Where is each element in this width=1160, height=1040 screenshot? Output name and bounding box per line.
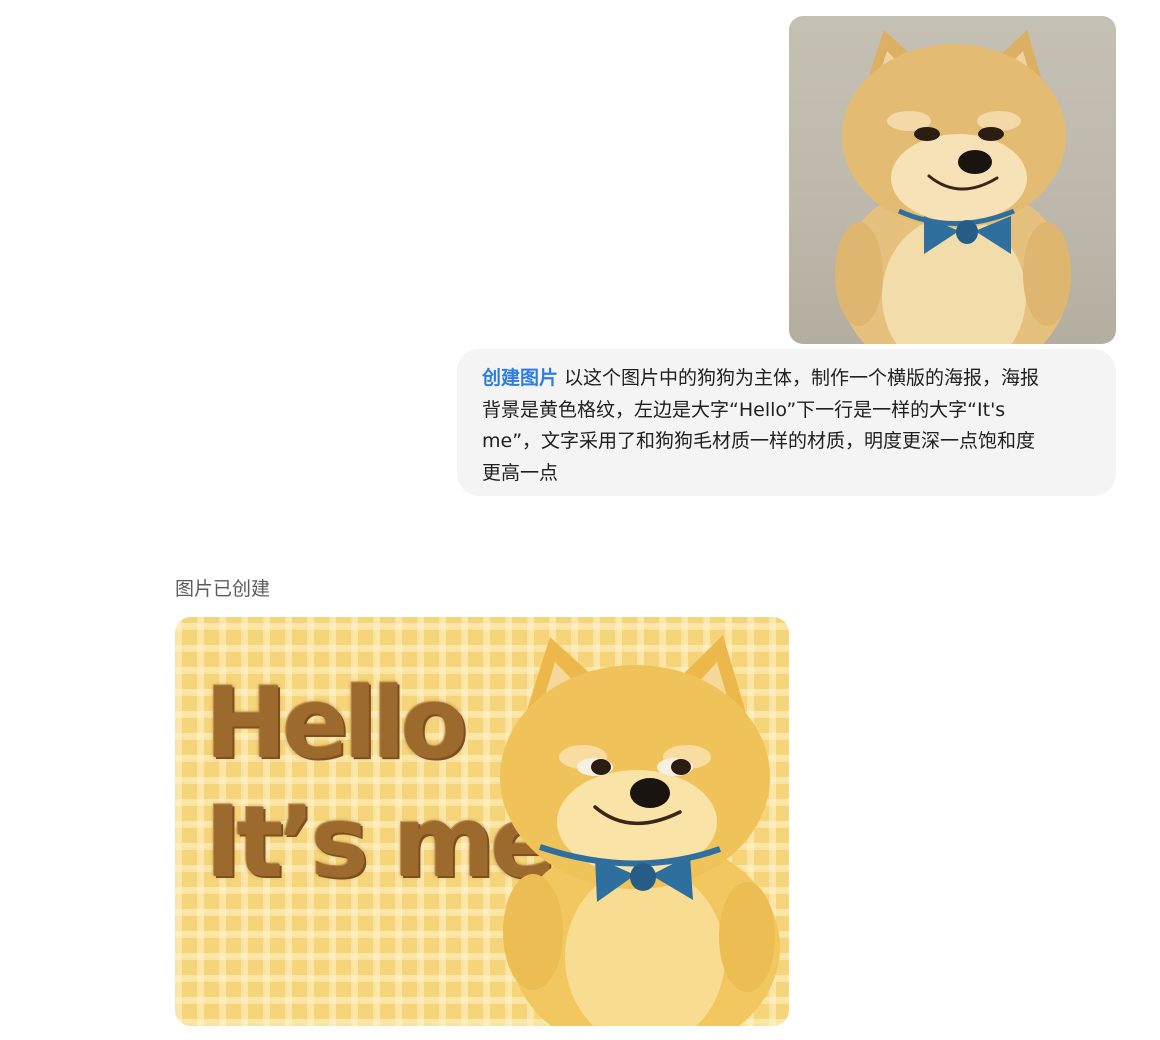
message-line-2: 背景是黄色格纹，左边是大字“Hello”下一行是一样的大字“It's: [482, 398, 1006, 421]
shiba-dog-illustration: [500, 635, 780, 1026]
image-created-status: 图片已创建: [175, 578, 271, 600]
poster-text-hello: Hello: [205, 667, 468, 781]
shiba-dog-illustration: [835, 30, 1071, 344]
message-line-3: me”，文字采用了和狗狗毛材质一样的材质，明度更深一点饱和度: [482, 430, 1036, 452]
message-line-4: 更高一点: [482, 461, 559, 484]
chat-page: 创建图片 以这个图片中的狗狗为主体，制作一个横版的海报，海报 背景是黄色格纹，左边…: [0, 0, 1160, 1040]
message-line-1: 以这个图片中的狗狗为主体，制作一个横版的海报，海报: [564, 367, 1040, 389]
create-image-tag[interactable]: 创建图片: [482, 367, 558, 389]
user-message-bubble: 创建图片 以这个图片中的狗狗为主体，制作一个横版的海报，海报 背景是黄色格纹，左边…: [457, 349, 1116, 496]
generated-poster-image[interactable]: Hello It’s me: [175, 617, 789, 1026]
uploaded-image[interactable]: [789, 16, 1116, 344]
